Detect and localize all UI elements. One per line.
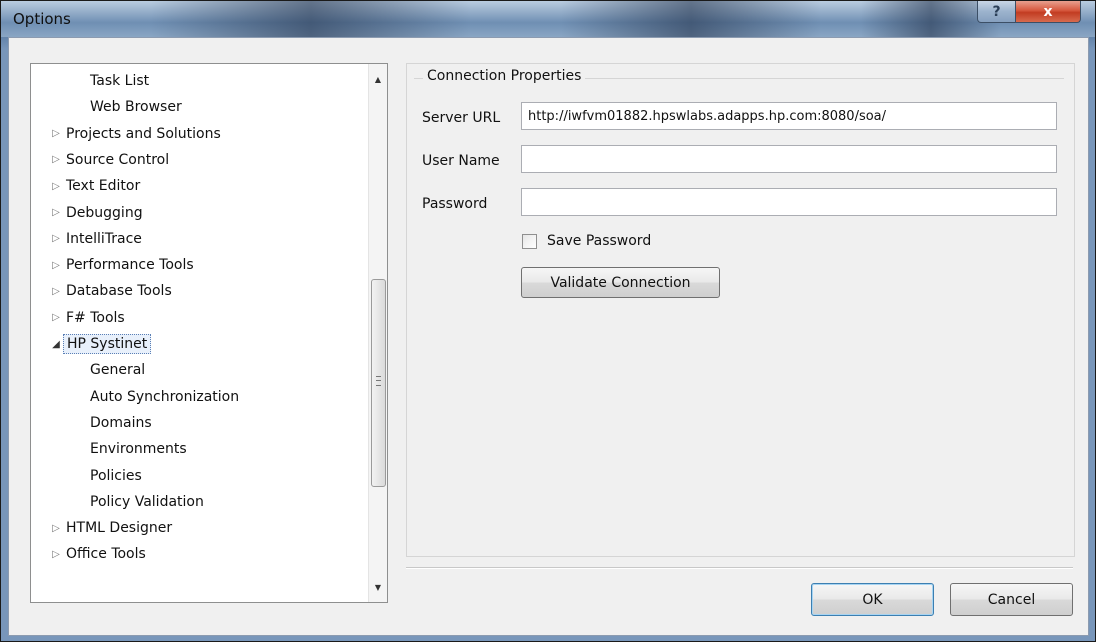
collapsed-arrow-icon[interactable]: ▷ [49,549,63,560]
tree-item[interactable]: Task List [31,68,152,94]
tree-item-label: HTML Designer [66,520,173,537]
tree-item[interactable]: ◢ HP Systinet [31,331,152,357]
tree-item[interactable]: Domains [31,410,155,436]
tree-item[interactable]: Policies [31,463,145,489]
tree-item[interactable]: ▷ Office Tools [31,541,149,567]
ok-label: OK [862,591,883,608]
tree-item-label: Text Editor [66,178,141,195]
tree-item[interactable]: ▷ F# Tools [31,305,128,331]
tree-scrollbar[interactable]: ▲ ▼ [368,64,387,602]
title-bar-shine [151,1,471,37]
tree-item[interactable]: ▷ Source Control [31,147,172,173]
tree-item-label: General [90,362,146,379]
options-tree[interactable]: Task List Web Browser ▷ Projects and Soluti… [30,63,388,603]
tree-item-label: Environments [90,441,187,458]
collapsed-arrow-icon[interactable]: ▷ [49,233,63,244]
password-label: Password [422,196,488,212]
tree-item-label: IntelliTrace [66,230,142,247]
dialog-client-area: Task List Web Browser ▷ Projects and Soluti… [8,37,1089,636]
tree-item-label: Performance Tools [66,257,194,274]
ok-button[interactable]: OK [811,583,934,616]
server-url-input[interactable] [521,102,1057,130]
tree-item[interactable]: General [31,357,148,383]
close-icon: x [1043,3,1053,20]
validate-connection-button[interactable]: Validate Connection [521,267,720,298]
options-dialog: Options ? x Task List Web Browser ▷ Project… [0,0,1096,642]
user-name-input[interactable] [521,145,1057,173]
tree-item[interactable]: Environments [31,436,190,462]
footer-separator [406,567,1073,569]
collapsed-arrow-icon[interactable]: ▷ [49,260,63,271]
tree-item[interactable]: ▷ Database Tools [31,278,175,304]
grip-icon [376,376,381,386]
tree-item-label: Projects and Solutions [66,125,221,142]
tree-item-label: Policy Validation [90,493,204,510]
tree-item[interactable]: ▷ Debugging [31,200,146,226]
server-url-label: Server URL [422,110,501,126]
tree-item-label: HP Systinet [63,334,152,354]
connection-properties-title: Connection Properties [423,68,586,84]
save-password-row[interactable]: Save Password [522,233,651,249]
save-password-label: Save Password [547,233,652,249]
collapsed-arrow-icon[interactable]: ▷ [49,154,63,165]
tree-item[interactable]: ▷ Projects and Solutions [31,121,224,147]
cancel-button[interactable]: Cancel [950,583,1073,616]
tree-item[interactable]: ▷ IntelliTrace [31,226,145,252]
tree-item[interactable]: Auto Synchronization [31,384,242,410]
tree-item-label: Domains [90,414,152,431]
tree-item-label: Task List [90,73,150,89]
scroll-up-arrow-icon[interactable]: ▲ [369,70,387,88]
tree-item-label: Database Tools [66,283,172,300]
help-icon: ? [992,3,1001,20]
title-bar-shine [561,1,821,37]
password-input[interactable] [521,188,1057,216]
cancel-label: Cancel [987,591,1036,608]
help-button[interactable]: ? [977,1,1016,23]
tree-item-label: Debugging [66,204,143,221]
close-button[interactable]: x [1015,1,1081,23]
window-title: Options [13,10,71,28]
user-name-label: User Name [422,153,500,169]
save-password-checkbox[interactable] [522,233,537,249]
tree-item-label: Web Browser [90,99,182,116]
tree-item[interactable]: Policy Validation [31,489,207,515]
tree-item[interactable]: ▷ Text Editor [31,173,143,199]
collapsed-arrow-icon[interactable]: ▷ [49,523,63,534]
settings-panel [406,63,1075,557]
tree-item-label: Source Control [66,151,170,168]
tree-item[interactable]: Web Browser [31,94,185,120]
collapsed-arrow-icon[interactable]: ▷ [49,128,63,139]
collapsed-arrow-icon[interactable]: ▷ [49,181,63,192]
tree-item[interactable]: ▷ Performance Tools [31,252,197,278]
tree-item-label: Office Tools [66,546,146,563]
collapsed-arrow-icon[interactable]: ▷ [49,286,63,297]
validate-connection-label: Validate Connection [550,274,691,291]
scroll-thumb[interactable] [371,279,386,487]
tree-item-label: F# Tools [66,309,125,326]
collapsed-arrow-icon[interactable]: ▷ [49,207,63,218]
scroll-down-arrow-icon[interactable]: ▼ [369,578,387,596]
title-bar[interactable]: Options ? x [1,1,1095,37]
tree-item-label: Policies [90,467,142,484]
collapsed-arrow-icon[interactable]: ▷ [49,312,63,323]
tree-item[interactable]: ▷ HTML Designer [31,515,175,541]
expanded-arrow-icon[interactable]: ◢ [49,339,63,350]
tree-item-label: Auto Synchronization [90,388,240,405]
